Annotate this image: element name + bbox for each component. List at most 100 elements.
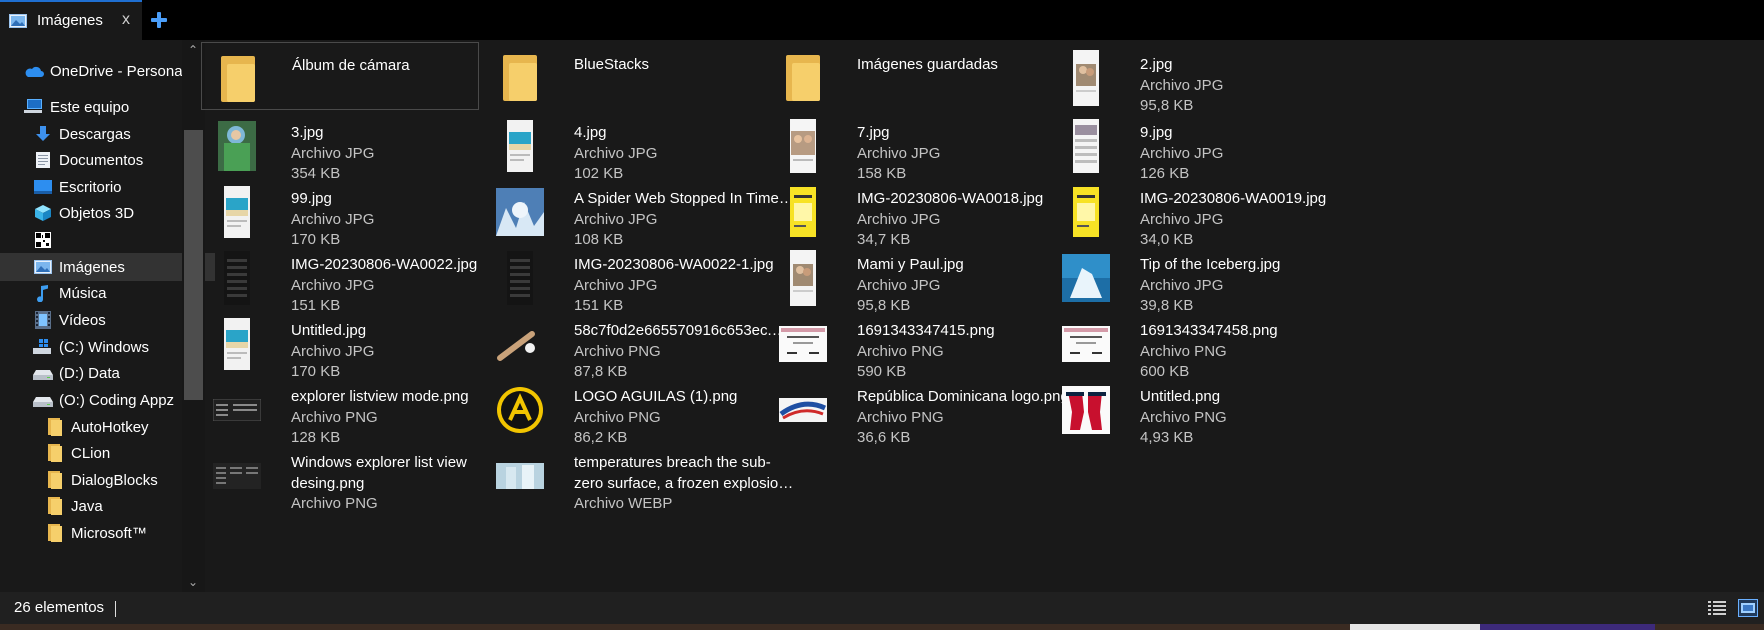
file-item[interactable]: República Dominicana logo.png Archivo PNG… [767, 374, 1077, 446]
tab-bar: Imágenes x [0, 0, 1764, 40]
qr-code-icon [33, 230, 53, 250]
folder-item[interactable]: Imágenes guardadas [767, 42, 1077, 112]
sidebar-item-label: OneDrive - Personal [50, 62, 186, 80]
aguilas-logo-thumbnail [497, 387, 543, 433]
file-type: Archivo PNG [291, 408, 378, 426]
file-type: Archivo JPG [574, 276, 658, 294]
file-type: Archivo PNG [857, 408, 944, 426]
file-item[interactable]: explorer listview mode.png Archivo PNG 128… [201, 374, 511, 446]
thumbnail [491, 50, 549, 106]
sidebar-item-qr[interactable] [33, 226, 59, 254]
sidebar-item-vídeos[interactable]: Vídeos [33, 306, 106, 334]
file-item[interactable]: A Spider Web Stopped In Time.jpg Archivo … [484, 176, 794, 248]
tiles-view-icon[interactable] [1738, 599, 1758, 617]
sidebar-item-label: (D:) Data [59, 364, 120, 382]
file-type: Archivo JPG [291, 342, 375, 360]
thumbnail [491, 448, 549, 504]
file-type: Archivo JPG [857, 276, 941, 294]
file-item[interactable]: Mami y Paul.jpg Archivo JPG 95,8 KB [767, 242, 1077, 314]
file-item[interactable]: Tip of the Iceberg.jpg Archivo JPG 39,8 KB [1050, 242, 1360, 314]
file-item[interactable]: temperatures breach the sub-zero surface… [484, 440, 794, 512]
file-item[interactable]: LOGO AGUILAS (1).png Archivo PNG 86,2 KB [484, 374, 794, 446]
file-item[interactable]: Windows explorer list view desing.png Arc… [201, 440, 511, 512]
file-item[interactable]: 7.jpg Archivo JPG 158 KB [767, 110, 1077, 182]
sidebar-item-este-equipo[interactable]: Este equipo [24, 93, 129, 121]
file-item[interactable]: 99.jpg Archivo JPG 170 KB [201, 176, 511, 248]
file-name: 7.jpg [857, 124, 890, 141]
scroll-up-chevron-icon[interactable]: ⌃ [187, 44, 199, 56]
sidebar-item-label: Música [59, 284, 107, 302]
sidebar-item-label: Este equipo [50, 98, 130, 116]
sidebar-item-o-coding-appz[interactable]: (O:) Coding Appz [33, 386, 174, 414]
tab-imagenes[interactable]: Imágenes x [0, 0, 142, 40]
file-item[interactable]: 2.jpg Archivo JPG 95,8 KB [1050, 42, 1360, 114]
sidebar-item-dialogblocks[interactable]: DialogBlocks [45, 466, 158, 494]
desktop-icon [33, 177, 53, 197]
file-item[interactable]: Untitled.jpg Archivo JPG 170 KB [201, 308, 511, 380]
status-bar: 26 elementos [0, 592, 1764, 624]
thumbnail [208, 316, 266, 372]
folder-icon [786, 55, 820, 101]
folder-icon [503, 55, 537, 101]
file-type: Archivo JPG [574, 144, 658, 162]
sidebar-item-label: Objetos 3D [59, 204, 135, 222]
file-item[interactable]: IMG-20230806-WA0019.jpg Archivo JPG 34,0 K… [1050, 176, 1360, 248]
file-item[interactable]: 4.jpg Archivo JPG 102 KB [484, 110, 794, 182]
file-name: 1691343347415.png [857, 322, 995, 339]
sidebar-item-autohotkey[interactable]: AutoHotkey [45, 413, 149, 441]
file-size: 4,93 KB [1140, 429, 1194, 446]
photo-thumbnail [224, 251, 250, 305]
sidebar-item-escritorio[interactable]: Escritorio [33, 173, 122, 201]
file-details: Imágenes guardadas [857, 55, 1077, 76]
folder-icon [45, 523, 65, 543]
file-item[interactable]: IMG-20230806-WA0022.jpg Archivo JPG 151 KB [201, 242, 511, 314]
pictures-icon [9, 14, 27, 32]
file-item[interactable]: 1691343347458.png Archivo PNG 600 KB [1050, 308, 1360, 380]
videos-icon [33, 310, 53, 330]
folder-item[interactable]: Álbum de cámara [201, 42, 479, 110]
photo-thumbnail [224, 186, 250, 238]
thumbnail [1057, 118, 1115, 174]
file-name: República Dominicana logo.png [857, 388, 1069, 405]
photo-thumbnail [496, 324, 544, 364]
sidebar-item-d-data[interactable]: (D:) Data [33, 359, 120, 387]
sidebar-item-objetos-3d[interactable]: Objetos 3D [33, 199, 134, 227]
sidebar-item-documentos[interactable]: Documentos [33, 146, 143, 174]
tab-label: Imágenes [37, 12, 103, 29]
file-name: LOGO AGUILAS (1).png [574, 388, 738, 405]
file-item[interactable]: 3.jpg Archivo JPG 354 KB [201, 110, 511, 182]
file-type: Archivo JPG [857, 144, 941, 162]
sidebar-item-c-windows[interactable]: (C:) Windows [33, 333, 149, 361]
sidebar-item-clion[interactable]: CLion [45, 439, 110, 467]
sidebar-item-label: DialogBlocks [71, 471, 158, 489]
sidebar-item-microsoft[interactable]: Microsoft™ [45, 519, 147, 547]
tab-close-button[interactable]: x [122, 11, 130, 29]
music-note-icon [33, 283, 53, 303]
sidebar-item-onedrive-personal[interactable]: OneDrive - Personal [24, 57, 186, 85]
thumbnail [491, 118, 549, 174]
thumbnail [1057, 382, 1115, 438]
file-item[interactable]: 1691343347415.png Archivo PNG 590 KB [767, 308, 1077, 380]
windows-drive-icon [33, 337, 53, 357]
file-item[interactable]: Untitled.png Archivo PNG 4,93 KB [1050, 374, 1360, 446]
file-name: Imágenes guardadas [857, 56, 998, 73]
file-item[interactable]: IMG-20230806-WA0022-1.jpg Archivo JPG 151 … [484, 242, 794, 314]
file-item[interactable]: 9.jpg Archivo JPG 126 KB [1050, 110, 1360, 182]
thumbnail [491, 184, 549, 240]
photo-thumbnail [213, 463, 261, 489]
sidebar-item-música[interactable]: Música [33, 279, 107, 307]
red-sox-thumbnail [1062, 386, 1110, 434]
thumbnail [1057, 250, 1115, 306]
file-type: Archivo JPG [291, 210, 375, 228]
details-view-icon[interactable] [1708, 600, 1726, 616]
file-item[interactable]: IMG-20230806-WA0018.jpg Archivo JPG 34,7 K… [767, 176, 1077, 248]
new-tab-plus-icon[interactable] [149, 10, 169, 30]
sidebar-item-descargas[interactable]: Descargas [33, 120, 131, 148]
scroll-down-chevron-icon[interactable]: ⌄ [187, 576, 199, 588]
folder-item[interactable]: BlueStacks [484, 42, 794, 112]
photo-thumbnail [507, 120, 533, 172]
file-type: Archivo JPG [1140, 144, 1224, 162]
file-item[interactable]: 58c7f0d2e665570916c653ec.png Archivo PNG 8… [484, 308, 794, 380]
file-type: Archivo JPG [574, 210, 658, 228]
sidebar-item-java[interactable]: Java [45, 492, 103, 520]
